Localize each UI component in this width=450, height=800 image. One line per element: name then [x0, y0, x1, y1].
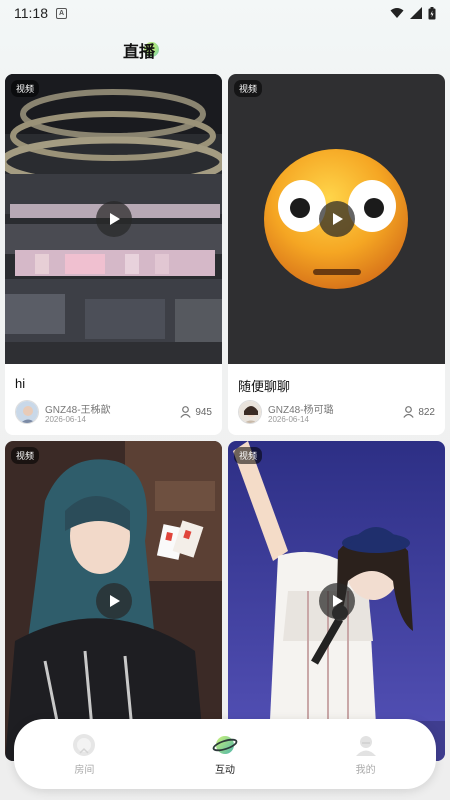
status-indicators: [390, 6, 436, 20]
video-thumbnail[interactable]: 视频: [228, 441, 445, 761]
video-grid: 视频 hi GNZ48-王秭歆 2026-06-14 945 视频 随便聊聊 G…: [5, 74, 445, 761]
person-icon: [180, 406, 191, 418]
card-title: hi: [15, 376, 26, 391]
bottom-nav: 房间 互动 我的: [14, 719, 436, 789]
viewer-count-text: 822: [418, 406, 435, 418]
video-card[interactable]: 视频: [228, 441, 445, 761]
author-row: GNZ48-王秭歆 2026-06-14 945: [15, 400, 212, 426]
notification-icon: A: [56, 7, 67, 19]
play-button[interactable]: [95, 201, 132, 237]
video-badge: 视频: [234, 80, 263, 97]
play-icon: [332, 213, 343, 225]
play-icon: [332, 595, 343, 607]
card-title: 随便聊聊: [238, 379, 291, 394]
page-title: 直播: [123, 44, 156, 61]
status-time: 11:18: [14, 5, 48, 21]
author-row: GNZ48-杨可璐 2026-06-14 822: [238, 400, 435, 426]
viewer-count: 945: [180, 406, 212, 418]
planet-icon: [212, 735, 238, 754]
play-icon: [109, 213, 120, 225]
play-button[interactable]: [95, 583, 132, 619]
nav-item-interact[interactable]: 互动: [185, 733, 265, 776]
author-date: 2026-06-14: [268, 415, 309, 424]
nav-item-profile[interactable]: 我的: [326, 733, 406, 776]
video-card[interactable]: 视频: [5, 441, 222, 761]
play-icon: [109, 595, 120, 607]
person-icon: [403, 406, 414, 418]
wifi-icon: [390, 8, 404, 18]
nav-label-profile: 我的: [355, 764, 376, 776]
nav-item-room[interactable]: 房间: [44, 733, 124, 776]
video-thumbnail[interactable]: 视频: [5, 441, 222, 761]
video-thumbnail[interactable]: 视频: [5, 74, 222, 364]
play-button[interactable]: [318, 583, 355, 619]
viewer-count: 822: [403, 406, 435, 418]
author-name: GNZ48-王秭歆: [45, 405, 111, 416]
signal-icon: [410, 7, 422, 19]
nav-label-room: 房间: [74, 764, 95, 776]
room-icon: [73, 733, 96, 756]
status-bar: 11:18 A: [0, 0, 450, 26]
header: 直播: [0, 34, 450, 64]
avatar: [238, 400, 262, 424]
nav-label-interact: 互动: [214, 764, 235, 776]
author-name: GNZ48-杨可璐: [268, 405, 334, 416]
author-date: 2026-06-14: [45, 415, 86, 424]
battery-icon: [428, 6, 436, 19]
avatar: [15, 400, 39, 424]
video-card[interactable]: 视频 随便聊聊 GNZ48-杨可璐 2026-06-14 822: [228, 74, 445, 435]
video-badge: 视频: [234, 447, 263, 464]
video-badge: 视频: [11, 447, 40, 464]
profile-icon: [355, 735, 376, 756]
viewer-count-text: 945: [195, 406, 212, 418]
video-thumbnail[interactable]: 视频: [228, 74, 445, 364]
video-badge: 视频: [11, 80, 40, 97]
video-card[interactable]: 视频 hi GNZ48-王秭歆 2026-06-14 945: [5, 74, 222, 435]
play-button[interactable]: [318, 201, 355, 237]
